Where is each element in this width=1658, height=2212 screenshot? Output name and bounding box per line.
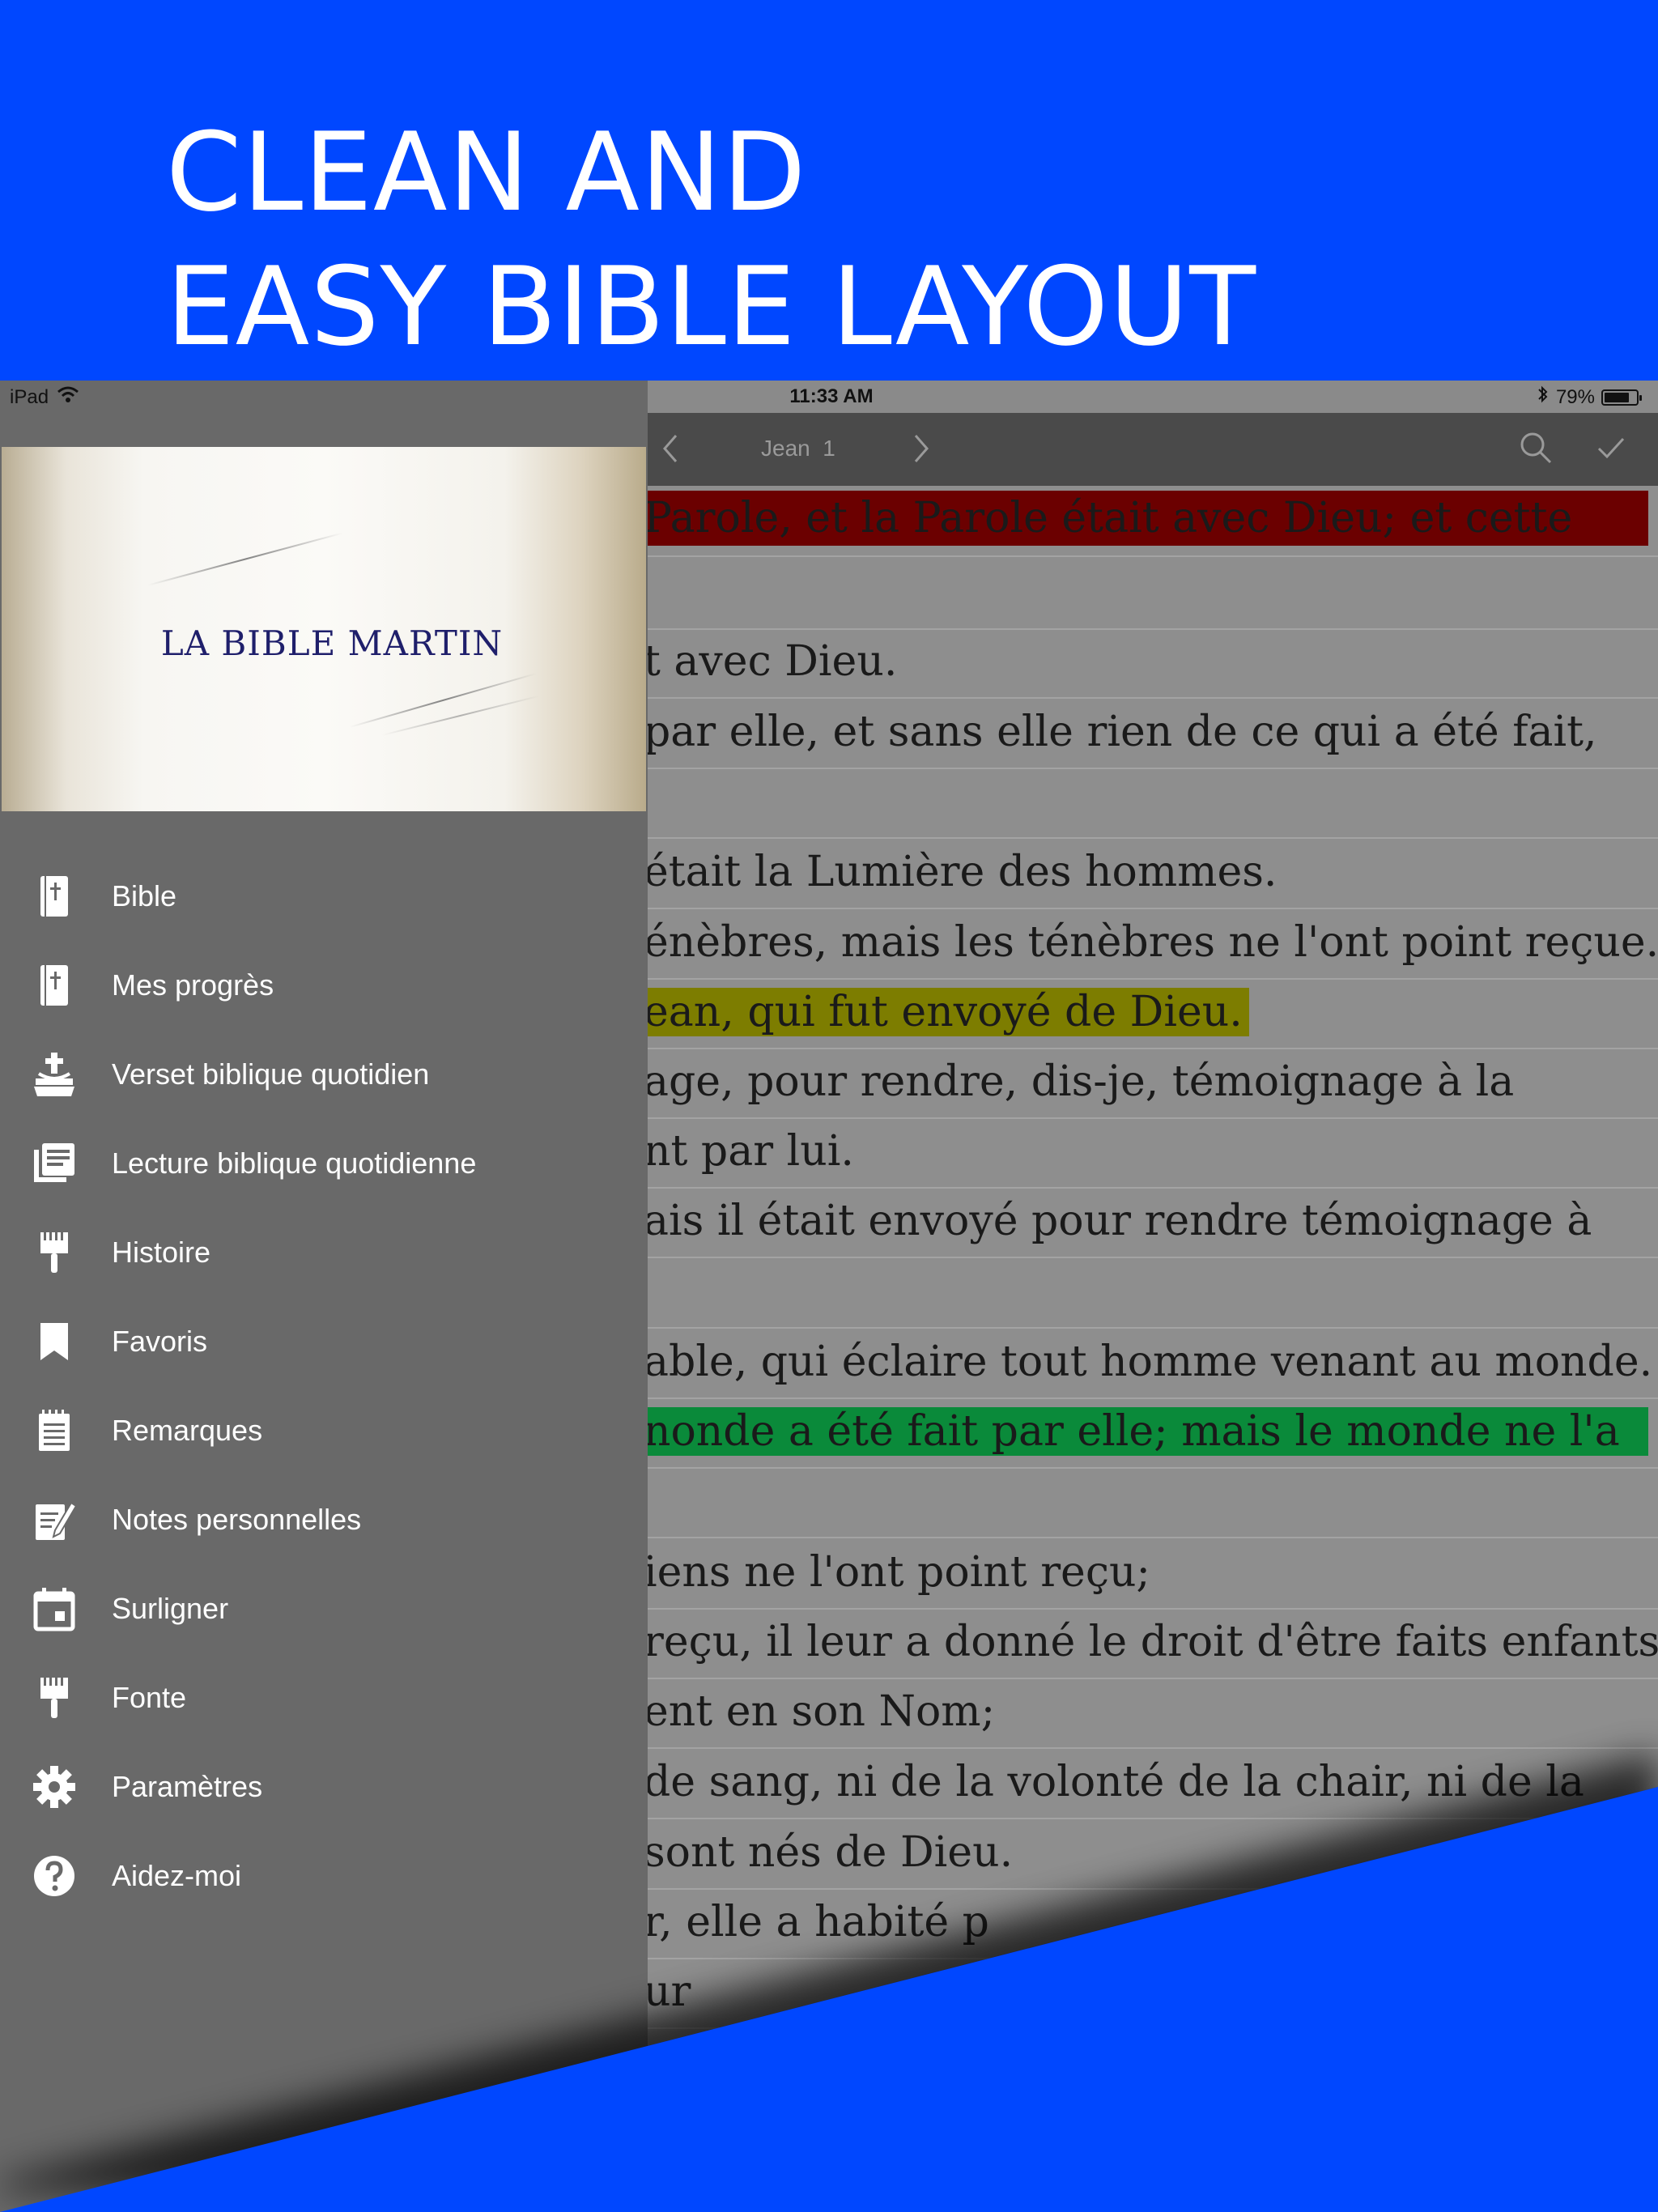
daily-verse-icon (31, 1051, 78, 1098)
search-icon[interactable] (1519, 431, 1553, 469)
verse-text: nt par lui. (644, 1127, 854, 1176)
device-name: iPad (10, 385, 49, 408)
drawer-item-label: Lecture biblique quotidienne (112, 1146, 477, 1180)
drawer-status-bar: iPad (0, 381, 648, 413)
drawer-item-surligner[interactable]: Surligner (0, 1563, 648, 1652)
notepad-icon (31, 1407, 78, 1454)
verse-text: r, elle a habité p (644, 1898, 989, 1946)
gear-icon (31, 1763, 78, 1810)
verse-text: iens ne l'ont point reçu; (644, 1548, 1150, 1597)
drawer-item-label: Verset biblique quotidien (112, 1057, 430, 1091)
drawer-item-label: Surligner (112, 1592, 229, 1625)
brush-icon (31, 1229, 78, 1276)
library-icon (31, 1140, 78, 1187)
battery-icon (1601, 389, 1642, 406)
bookmark-icon (31, 1318, 78, 1365)
bluetooth-icon (1537, 385, 1550, 410)
app-banner: LA BIBLE MARTIN (2, 447, 646, 811)
next-chapter-icon[interactable] (911, 432, 932, 469)
headline-line-1: CLEAN AND (166, 109, 807, 236)
drawer-item-favoris[interactable]: Favoris (0, 1295, 648, 1385)
drawer-item-lecture-biblique-quotidienne[interactable]: Lecture biblique quotidienne (0, 1117, 648, 1206)
drawer-item-label: Notes personnelles (112, 1503, 362, 1536)
verse-text: able, qui éclaire tout homme venant au m… (644, 1338, 1653, 1386)
chapter-title[interactable]: Jean 1 (761, 436, 835, 462)
status-time: 11:33 AM (789, 385, 874, 407)
verse-text: age, pour rendre, dis-je, témoignage à l… (644, 1057, 1515, 1106)
drawer-item-parametres[interactable]: Paramètres (0, 1741, 648, 1830)
drawer-item-label: Favoris (112, 1325, 208, 1358)
verse-text: par elle, et sans elle rien de ce qui a … (644, 708, 1597, 756)
chapter-number: 1 (823, 436, 835, 461)
battery-percent: 79% (1555, 385, 1595, 408)
drawer-item-mes-progres[interactable]: Mes progrès (0, 939, 648, 1028)
drawer-item-label: Fonte (112, 1681, 187, 1714)
drawer-item-verset-biblique-quotidien[interactable]: Verset biblique quotidien (0, 1028, 648, 1117)
verse-text: ur (644, 1967, 691, 2016)
verse-text: nonde a été fait par elle; mais le monde… (644, 1407, 1648, 1456)
drawer-item-notes-personnelles[interactable]: Notes personnelles (0, 1474, 648, 1563)
help-icon (31, 1853, 78, 1899)
drawer-item-label: Remarques (112, 1414, 263, 1447)
drawer-item-label: Aidez-moi (112, 1859, 242, 1892)
drawer-item-label: Paramètres (112, 1770, 263, 1803)
checkmark-icon[interactable] (1596, 434, 1626, 466)
verse-text: t avec Dieu. (644, 637, 898, 686)
ipad-screenshot: 11:33 AM 79% Jean 1 Parole, et la Parole… (0, 381, 1658, 2212)
drawer-item-label: Mes progrès (112, 968, 274, 1002)
verse-text: était la Lumière des hommes. (644, 848, 1278, 896)
bible-icon (31, 873, 78, 920)
verse-text: ais il était envoyé pour rendre témoigna… (644, 1197, 1592, 1245)
drawer-item-histoire[interactable]: Histoire (0, 1206, 648, 1295)
drawer-item-fonte[interactable]: Fonte (0, 1652, 648, 1741)
edit-note-icon (31, 1496, 78, 1543)
verse-text: ent en son Nom; (644, 1687, 996, 1736)
calendar-icon (31, 1585, 78, 1632)
drawer-item-remarques[interactable]: Remarques (0, 1385, 648, 1474)
side-drawer: iPad LA BIBLE MARTIN Bible Mes progrès Ver… (0, 381, 648, 2212)
brush-icon (31, 1674, 78, 1721)
drawer-item-aidez-moi[interactable]: Aidez-moi (0, 1830, 648, 1919)
drawer-item-bible[interactable]: Bible (0, 850, 648, 939)
bible-progress-icon (31, 962, 78, 1009)
verse-text: ean, qui fut envoyé de Dieu. (644, 988, 1249, 1036)
verse-text: Parole, et la Parole était avec Dieu; et… (644, 491, 1648, 546)
previous-chapter-icon[interactable] (660, 432, 681, 469)
book-name: Jean (761, 436, 810, 461)
app-logo-text: LA BIBLE MARTIN (160, 623, 504, 663)
headline: CLEAN AND EASY BIBLE LAYOUT (166, 105, 1256, 374)
verse-text: énèbres, mais les ténèbres ne l'ont poin… (644, 918, 1658, 967)
verse-text: de sang, ni de la volonté de la chair, n… (644, 1758, 1584, 1806)
drawer-item-label: Bible (112, 879, 177, 912)
verse-text: reçu, il leur a donné le droit d'être fa… (644, 1618, 1658, 1666)
verse-text: sont nés de Dieu. (644, 1828, 1014, 1877)
drawer-item-label: Histoire (112, 1236, 211, 1269)
wifi-icon (57, 385, 79, 409)
headline-line-2: EASY BIBLE LAYOUT (166, 244, 1257, 370)
